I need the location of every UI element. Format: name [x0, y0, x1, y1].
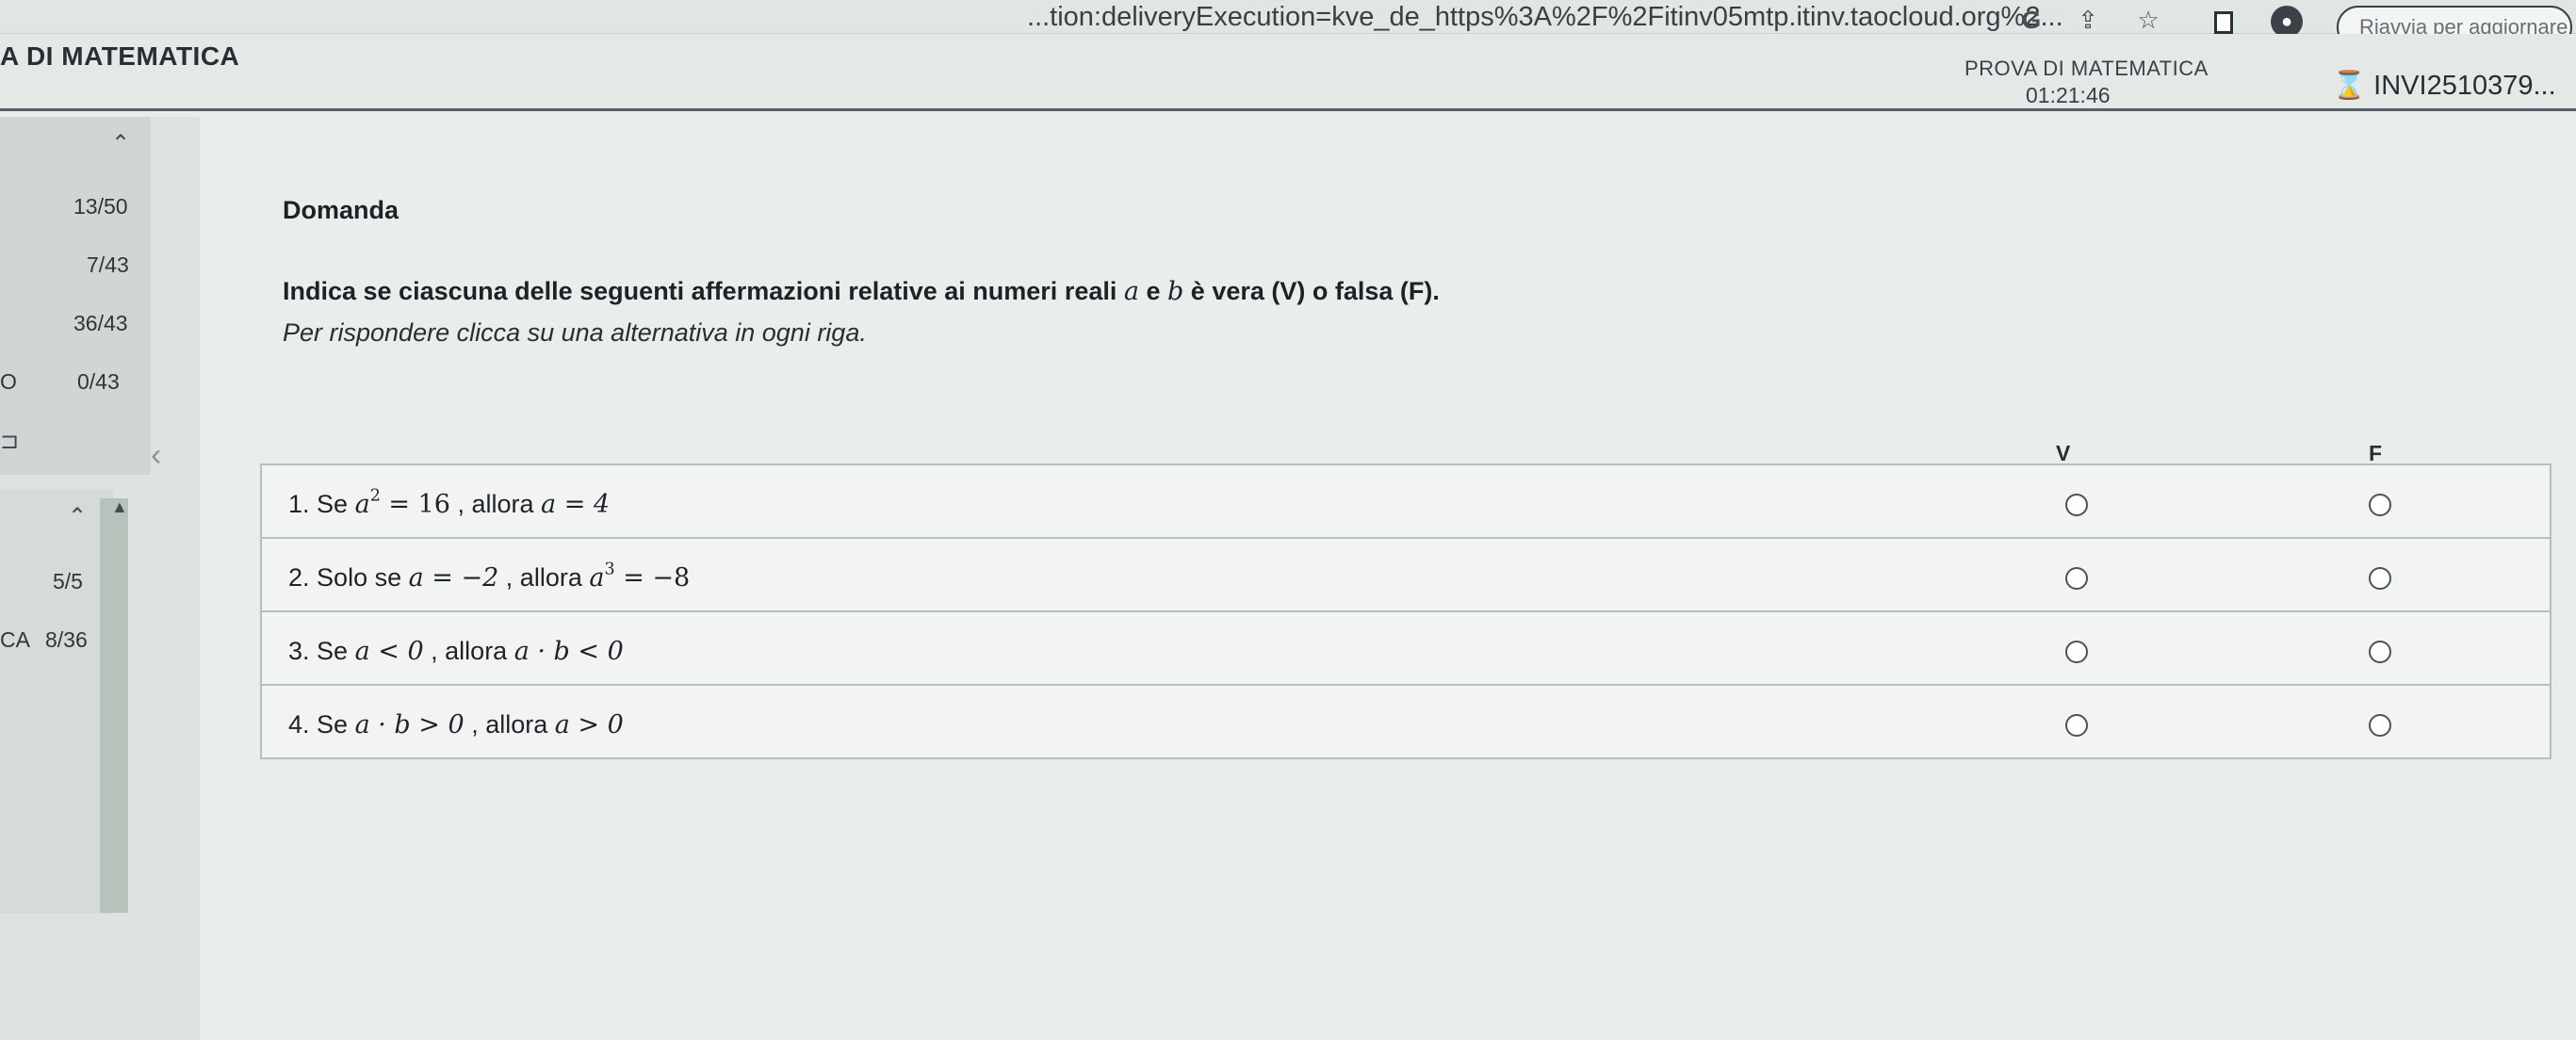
radio-false[interactable] [2369, 567, 2391, 590]
section-title: Domanda [283, 196, 399, 224]
statement-text: 3. Se a < 0 , allora a · b < 0 [288, 637, 624, 666]
item-list [0, 490, 113, 914]
profile-avatar-icon[interactable]: ● [2271, 6, 2303, 38]
section-count-2[interactable]: 7/43 [87, 252, 129, 278]
radio-true[interactable] [2065, 714, 2088, 737]
radio-false[interactable] [2369, 641, 2391, 663]
side-panel-icon[interactable] [2214, 11, 2233, 34]
bracket-icon: ⊐ [0, 429, 20, 454]
chevron-up-icon[interactable]: ⌃ [111, 130, 130, 157]
radio-false[interactable] [2369, 494, 2391, 516]
radio-false[interactable] [2369, 714, 2391, 737]
google-icon[interactable]: G [2016, 6, 2046, 36]
radio-true[interactable] [2065, 494, 2088, 516]
section-prefix: O [0, 369, 17, 394]
section-count-4[interactable]: 0/43 [77, 369, 120, 395]
answer-hint: Per rispondere clicca su una alternativa… [283, 318, 867, 347]
chevron-up-icon[interactable]: ⌃ [68, 503, 87, 530]
statement-text: 4. Se a · b > 0 , allora a > 0 [288, 710, 624, 739]
bookmark-star-icon[interactable]: ☆ [2133, 6, 2163, 36]
sidebar-scrollbar[interactable] [100, 498, 128, 913]
item-progress-count[interactable]: 8/36 [45, 627, 88, 653]
section-count-3[interactable]: 36/43 [73, 311, 128, 336]
item-count[interactable]: 5/5 [53, 569, 83, 594]
navigation-sidebar: ⌃ 13/50 7/43 36/43 O 0/43 ⊐ ‹ ⌃ ▲ 5/5 CA… [0, 117, 200, 1040]
timer: 01:21:46 [2026, 83, 2111, 107]
statement-text: 2. Solo se a = −2 , allora a3 = −8 [288, 560, 691, 593]
test-title: A DI MATEMATICA [0, 41, 240, 71]
section-list [0, 117, 151, 475]
true-false-table: V F 1. Se a2 = 16 , allora a = 4 2. Solo… [260, 430, 2552, 759]
user-id: INVI2510379... [2373, 71, 2556, 101]
statement-row-3: 3. Se a < 0 , allora a · b < 0 [260, 610, 2552, 686]
collapse-sidebar-icon[interactable]: ‹ [151, 437, 161, 474]
item-prefix: CA [0, 627, 30, 652]
column-header-true: V [2056, 441, 2071, 465]
scroll-up-arrow-icon[interactable]: ▲ [111, 497, 128, 517]
column-header-false: F [2369, 441, 2383, 465]
statement-row-2: 2. Solo se a = −2 , allora a3 = −8 [260, 537, 2552, 612]
statement-text: 1. Se a2 = 16 , allora a = 4 [288, 486, 611, 519]
test-name-label: PROVA DI MATEMATICA [1965, 57, 2209, 80]
share-icon[interactable]: ⇪ [2073, 6, 2103, 36]
statement-row-1: 1. Se a2 = 16 , allora a = 4 [260, 463, 2552, 539]
address-bar[interactable]: ...tion:deliveryExecution=kve_de_https%3… [1027, 2, 2063, 33]
question-instruction: Indica se ciascuna delle seguenti afferm… [283, 277, 1440, 306]
hourglass-icon: ⌛ [2332, 71, 2367, 101]
section-count-1[interactable]: 13/50 [73, 194, 128, 219]
user-info: ⌛ INVI2510379... [2332, 70, 2556, 102]
radio-true[interactable] [2065, 567, 2088, 590]
radio-true[interactable] [2065, 641, 2088, 663]
browser-toolbar: ...tion:deliveryExecution=kve_de_https%3… [0, 0, 2576, 49]
statement-row-4: 4. Se a · b > 0 , allora a > 0 [260, 684, 2552, 759]
